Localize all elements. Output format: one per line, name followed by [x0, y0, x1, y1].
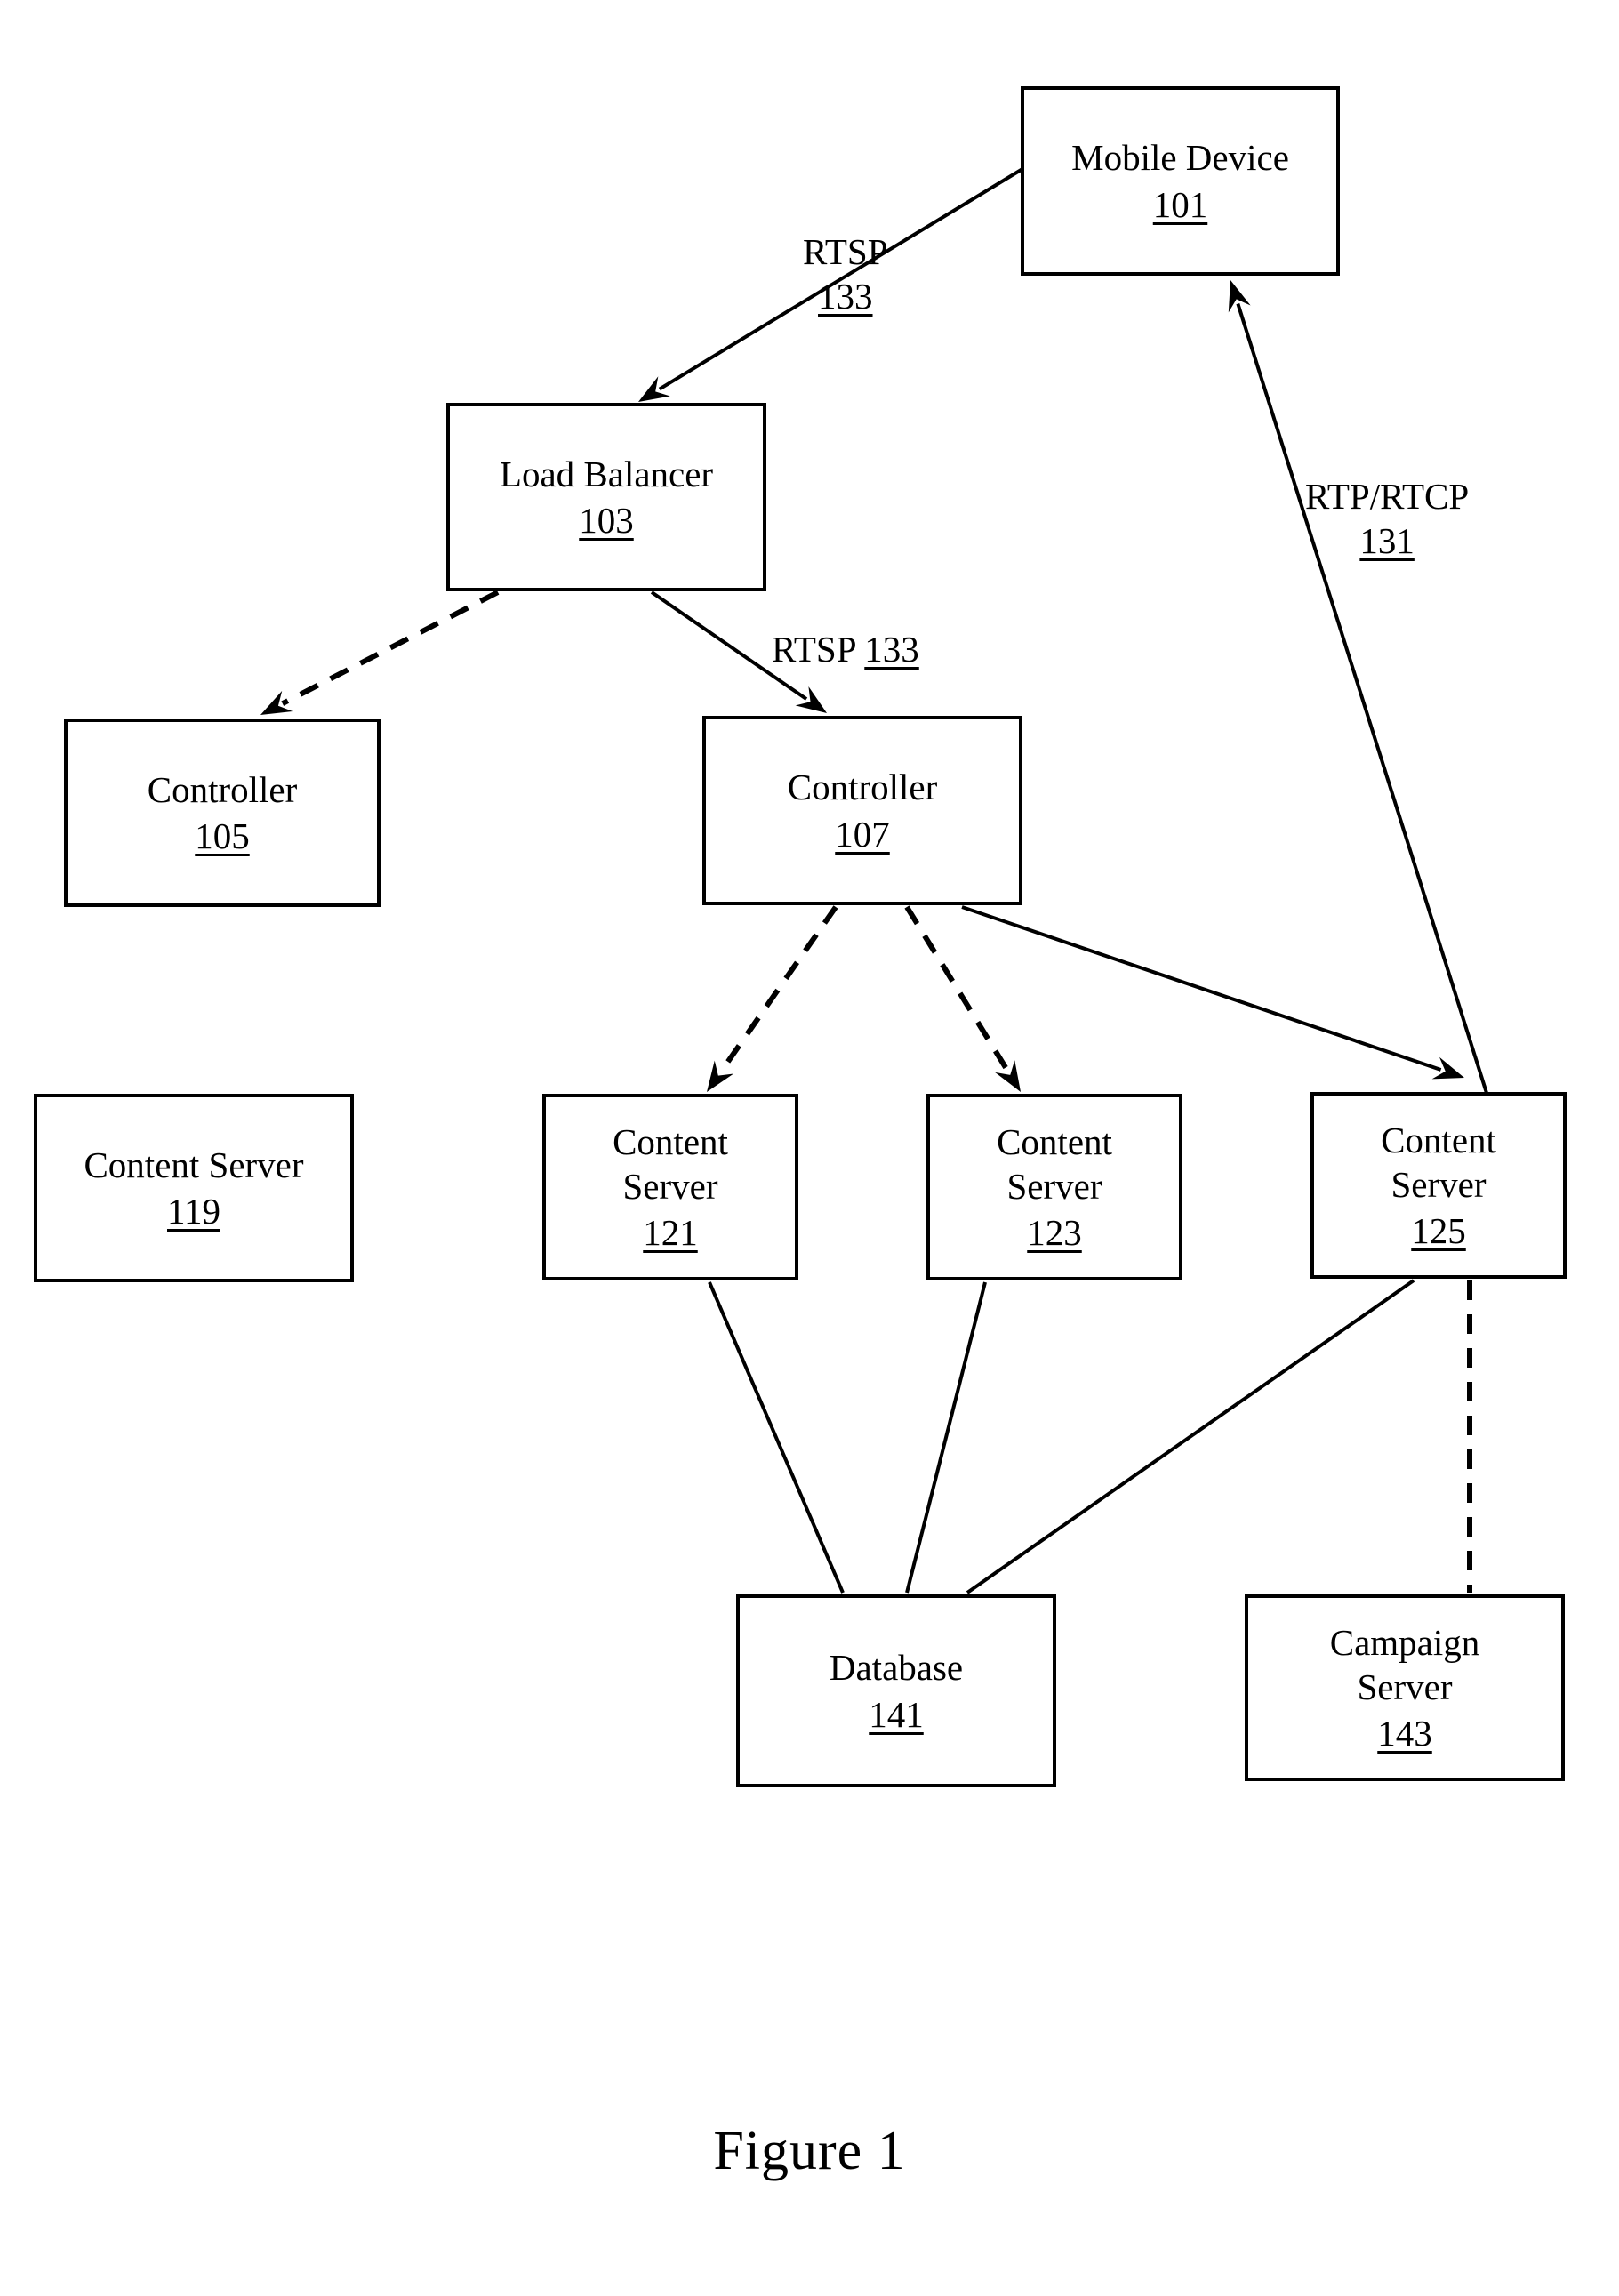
node-content_121: Content Server 121	[542, 1094, 798, 1280]
node-title: Content Server	[613, 1120, 728, 1207]
arrowhead	[638, 376, 670, 402]
node-title: Controller	[787, 767, 938, 808]
node-reference-number: 143	[1377, 1713, 1432, 1754]
node-campaign_143: Campaign Server 143	[1245, 1594, 1565, 1781]
edge-label-rtsp_133_mid: RTSP 133	[772, 627, 919, 671]
arrowhead	[1228, 280, 1251, 313]
node-reference-number: 141	[869, 1693, 924, 1735]
node-title: Content Server	[997, 1120, 1112, 1207]
connector-ctrl107-to-content121	[707, 905, 838, 1092]
node-reference-number: 123	[1027, 1212, 1082, 1253]
node-title: Controller	[147, 768, 298, 810]
connector-line	[961, 905, 1442, 1072]
node-reference-number: 107	[835, 813, 890, 855]
edge-label-text: RTSP	[803, 231, 888, 272]
node-content_123: Content Server 123	[926, 1094, 1182, 1280]
edge-label-reference-number: 131	[1359, 520, 1415, 562]
edge-label-text: RTSP	[772, 629, 865, 670]
node-reference-number: 125	[1411, 1210, 1466, 1251]
connector-line	[281, 590, 500, 706]
arrowhead	[995, 1060, 1021, 1092]
connector-content123-to-database	[905, 1281, 987, 1594]
arrowhead	[1431, 1056, 1464, 1080]
connector-line	[1236, 302, 1488, 1094]
edge-label-rtsp_133_top: RTSP 133	[803, 229, 888, 318]
connector-content125-to-database	[966, 1279, 1415, 1594]
node-title: Database	[829, 1647, 964, 1689]
node-content_125: Content Server 125	[1310, 1092, 1567, 1279]
node-reference-number: 101	[1152, 183, 1208, 225]
node-load_balancer: Load Balancer 103	[446, 403, 766, 591]
figure-caption: Figure 1	[713, 2121, 906, 2181]
connector-line	[905, 1281, 987, 1594]
arrowhead	[795, 686, 827, 713]
connector-content121-to-database	[708, 1281, 845, 1594]
node-database_141: Database 141	[736, 1594, 1056, 1787]
arrowhead	[707, 1060, 734, 1092]
patent-figure: Mobile Device 101 Load Balancer 103 Controll…	[0, 0, 1619, 2296]
node-title: Load Balancer	[499, 453, 714, 494]
edge-label-text: RTP/RTCP	[1305, 476, 1470, 517]
node-reference-number: 105	[195, 815, 250, 856]
connector-line	[718, 905, 838, 1073]
node-title: Campaign Server	[1329, 1621, 1480, 1707]
edge-label-reference-number: 133	[864, 629, 919, 670]
node-mobile_device: Mobile Device 101	[1021, 86, 1340, 276]
node-reference-number: 121	[643, 1212, 698, 1253]
node-reference-number: 119	[167, 1191, 220, 1232]
node-content_119: Content Server 119	[34, 1094, 354, 1282]
node-title: Content Server	[1381, 1119, 1496, 1205]
connector-line	[966, 1279, 1415, 1594]
connector-ctrl107-to-content125	[961, 905, 1464, 1080]
edge-label-reference-number: 133	[818, 276, 873, 317]
edge-label-rtp_rtcp_131: RTP/RTCP 131	[1305, 474, 1469, 563]
node-title: Content Server	[84, 1144, 304, 1185]
connector-content125-to-mobile	[1228, 280, 1488, 1094]
arrowhead	[260, 690, 293, 715]
node-reference-number: 103	[579, 500, 634, 541]
node-title: Mobile Device	[1071, 137, 1289, 179]
connector-line	[708, 1281, 845, 1594]
connector-line	[904, 905, 1010, 1072]
node-controller_105: Controller 105	[64, 719, 381, 907]
node-controller_107: Controller 107	[702, 716, 1022, 905]
connector-ctrl107-to-content123	[904, 905, 1021, 1092]
connector-loadbalancer-to-ctrl105	[260, 590, 500, 715]
